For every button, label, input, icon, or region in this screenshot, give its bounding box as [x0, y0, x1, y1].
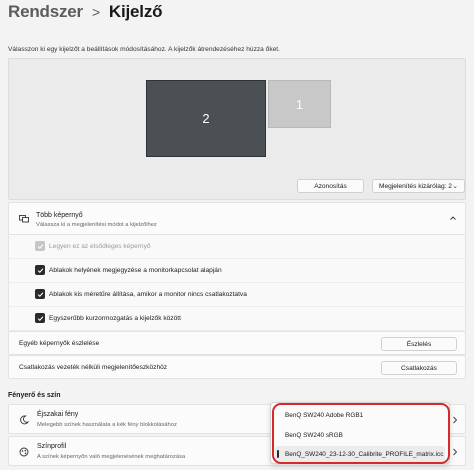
option-label: Ablakok kis méretűre állítása, amikor a … — [49, 291, 247, 298]
option-primary-display: Legyen ez az elsődleges képernyő — [8, 235, 466, 259]
night-light-icon — [20, 415, 29, 425]
connect-button[interactable]: Csatlakozás — [381, 361, 457, 375]
checkmark-icon — [37, 291, 43, 297]
detect-button[interactable]: Észlelés — [381, 337, 457, 351]
brightness-color-section-title: Fényerő és szín — [8, 392, 61, 399]
color-profile-option[interactable]: BenQ SW240 Adobe RGB1 — [275, 407, 445, 423]
checkmark-icon — [37, 267, 43, 273]
color-profile-option-selected[interactable]: BenQ_SW240_23-12-30_Calibrite_PROFILE_ma… — [275, 446, 445, 462]
option-remember-window-locations[interactable]: Ablakok helyének megjegyzése a monitorka… — [8, 259, 466, 283]
chevron-up-icon — [450, 216, 456, 220]
checkbox-primary-display — [35, 241, 45, 251]
color-profile-subtitle: A színek képernyőn való megjelenésének m… — [37, 454, 186, 460]
monitor-2[interactable]: 2 — [146, 80, 266, 157]
checkmark-icon — [37, 315, 43, 321]
option-label: Ablakok helyének megjegyzése a monitorka… — [49, 267, 222, 274]
wireless-display-row: Csatlakozás vezeték nélküli megjelenítőe… — [8, 355, 466, 379]
color-profile-icon — [19, 447, 29, 457]
breadcrumb-separator: > — [91, 4, 100, 20]
multiple-displays-subtitle: Válassza ki a megjelenítési módot a kije… — [36, 222, 157, 228]
checkbox-ease-cursor-movement[interactable] — [35, 313, 45, 323]
option-label: Legyen ez az elsődleges képernyő — [49, 243, 151, 250]
chevron-right-icon — [453, 416, 458, 424]
color-profile-title: Színprofil — [37, 443, 67, 450]
night-light-title: Éjszakai fény — [37, 411, 79, 418]
arrangement-instructions: Válasszon ki egy kijelzőt a beállítások … — [8, 46, 280, 53]
multiple-displays-icon — [19, 215, 29, 223]
wireless-display-label: Csatlakozás vezeték nélküli megjelenítőe… — [19, 364, 168, 371]
detect-displays-row: Egyéb képernyők észlelése Észlelés — [8, 331, 466, 355]
breadcrumb: Rendszer > Kijelző — [8, 2, 163, 22]
monitor-1[interactable]: 1 — [268, 80, 331, 128]
multiple-displays-header[interactable]: Több képernyő Válassza ki a megjelenítés… — [8, 202, 466, 235]
color-profile-dropdown: BenQ SW240 Adobe RGB1 BenQ SW240 sRGB Be… — [270, 402, 450, 464]
chevron-down-icon: ⌄ — [452, 183, 458, 190]
breadcrumb-parent[interactable]: Rendszer — [8, 2, 83, 22]
page-title: Kijelző — [108, 2, 163, 21]
checkbox-minimize-windows[interactable] — [35, 289, 45, 299]
identify-button[interactable]: Azonosítás — [297, 179, 364, 193]
chevron-right-icon — [453, 448, 458, 456]
checkmark-icon — [37, 243, 43, 249]
display-mode-select[interactable]: Megjelenítés kizárólag: 2 ⌄ — [372, 179, 465, 193]
checkbox-remember-window-locations[interactable] — [35, 265, 45, 275]
display-arrangement-area: 2 1 Azonosítás Megjelenítés kizárólag: 2… — [8, 58, 466, 200]
multiple-displays-title: Több képernyő — [36, 212, 83, 219]
night-light-subtitle: Melegebb színek használata a kék fény bl… — [37, 422, 177, 428]
color-profile-option[interactable]: BenQ SW240 sRGB — [275, 427, 445, 443]
option-minimize-windows[interactable]: Ablakok kis méretűre állítása, amikor a … — [8, 283, 466, 307]
display-mode-value: Megjelenítés kizárólag: 2 — [379, 182, 452, 190]
detect-displays-label: Egyéb képernyők észlelése — [19, 340, 100, 347]
option-ease-cursor-movement[interactable]: Egyszerűbb kurzormozgatás a kijelzők köz… — [8, 307, 466, 331]
option-label: Egyszerűbb kurzormozgatás a kijelzők köz… — [49, 315, 181, 322]
